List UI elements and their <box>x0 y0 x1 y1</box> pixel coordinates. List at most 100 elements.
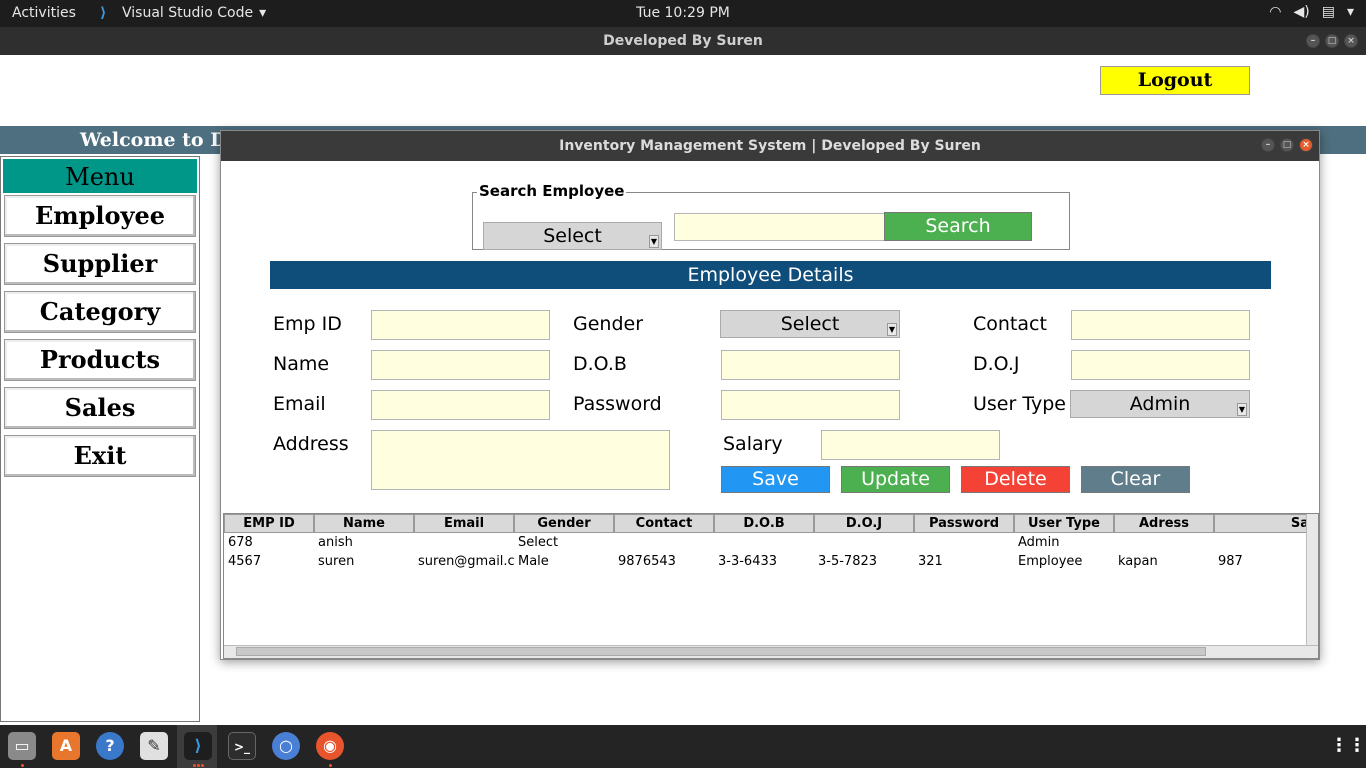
column-header-address[interactable]: Adress <box>1114 514 1214 533</box>
dropdown-arrow-icon: ▼ <box>649 235 659 248</box>
table-cell: 3-5-7823 <box>818 554 878 569</box>
clear-button[interactable]: Clear <box>1081 466 1190 493</box>
search-employee-frame: Search Employee Select ▼ Search <box>472 182 1070 250</box>
table-cell: Employee <box>1018 554 1083 569</box>
contact-label: Contact <box>973 313 1047 335</box>
update-button[interactable]: Update <box>841 466 950 493</box>
system-top-bar: Activities ⟩ Visual Studio Code ▾ Tue 10… <box>0 0 1366 27</box>
column-header-email[interactable]: Email <box>414 514 514 533</box>
chevron-down-icon: ▾ <box>1346 4 1354 20</box>
logout-button[interactable]: Logout <box>1100 66 1250 95</box>
column-header-user-type[interactable]: User Type <box>1014 514 1114 533</box>
table-cell: suren <box>318 554 355 569</box>
menu-title: Menu <box>3 159 197 193</box>
search-text-input[interactable] <box>674 213 885 241</box>
password-field[interactable] <box>721 390 900 420</box>
clock[interactable]: Tue 10:29 PM <box>636 5 730 21</box>
wifi-icon: ◠ <box>1269 4 1282 20</box>
salary-field[interactable] <box>821 430 1000 460</box>
firefox-icon[interactable]: ◉ <box>316 732 344 760</box>
search-button[interactable]: Search <box>884 212 1032 241</box>
menu-supplier-button[interactable]: Supplier <box>4 243 196 285</box>
vertical-scrollbar[interactable] <box>1306 514 1318 646</box>
table-cell: anish <box>318 535 353 550</box>
files-icon[interactable]: ▭ <box>8 732 36 760</box>
employee-window: Inventory Management System | Developed … <box>220 130 1320 660</box>
search-employee-legend: Search Employee <box>477 182 627 200</box>
chevron-down-icon: ▾ <box>259 5 267 21</box>
horizontal-scrollbar-thumb[interactable] <box>236 647 1206 656</box>
text-editor-icon[interactable]: ✎ <box>140 732 168 760</box>
gender-select[interactable]: Select ▼ <box>720 310 900 338</box>
app-grid-icon[interactable]: ⋮⋮ <box>1330 732 1366 760</box>
column-header-name[interactable]: Name <box>314 514 414 533</box>
clipboard-icon: ▤ <box>1321 4 1335 20</box>
close-icon[interactable]: × <box>1344 34 1358 48</box>
table-cell <box>1214 534 1298 554</box>
running-indicator <box>197 764 200 767</box>
doj-label: D.O.J <box>973 353 1020 375</box>
chromium-icon[interactable]: ○ <box>272 732 300 760</box>
name-label: Name <box>273 353 330 375</box>
delete-button[interactable]: Delete <box>961 466 1070 493</box>
table-cell: 3-3-6433 <box>718 554 778 569</box>
horizontal-scrollbar[interactable] <box>224 645 1318 658</box>
menu-products-button[interactable]: Products <box>4 339 196 381</box>
name-field[interactable] <box>371 350 550 380</box>
table-cell <box>414 534 514 554</box>
table-row[interactable]: 4567 suren suren@gmail.c Male 9876543 3-… <box>224 553 1298 573</box>
emp-id-field[interactable] <box>371 310 550 340</box>
minimize-icon[interactable]: – <box>1306 34 1320 48</box>
table-cell <box>914 534 1014 554</box>
help-icon[interactable]: ? <box>96 732 124 760</box>
employee-table[interactable]: EMP ID Name Email Gender Contact D.O.B D… <box>223 513 1319 659</box>
sidebar-menu: Menu Employee Supplier Category Products… <box>0 156 200 722</box>
maximize-icon[interactable]: □ <box>1280 138 1294 152</box>
minimize-icon[interactable]: – <box>1261 138 1275 152</box>
system-tray[interactable]: ◠ ◀) ▤ ▾ <box>1269 4 1354 20</box>
column-header-salary[interactable]: Sa <box>1214 514 1314 533</box>
user-type-value: Admin <box>1129 393 1191 415</box>
employee-window-titlebar[interactable]: Inventory Management System | Developed … <box>221 131 1319 161</box>
column-header-doj[interactable]: D.O.J <box>814 514 914 533</box>
menu-exit-button[interactable]: Exit <box>4 435 196 477</box>
doj-field[interactable] <box>1071 350 1250 380</box>
app-name: Visual Studio Code <box>122 5 254 21</box>
column-header-emp-id[interactable]: EMP ID <box>224 514 314 533</box>
column-header-gender[interactable]: Gender <box>514 514 614 533</box>
dob-field[interactable] <box>721 350 900 380</box>
column-header-password[interactable]: Password <box>914 514 1014 533</box>
table-row[interactable]: 678 anish Select Admin <box>224 534 1298 554</box>
column-header-contact[interactable]: Contact <box>614 514 714 533</box>
software-center-icon[interactable]: A <box>52 732 80 760</box>
emp-id-label: Emp ID <box>273 313 342 335</box>
app-menu[interactable]: ⟩ Visual Studio Code ▾ <box>100 5 266 21</box>
email-field[interactable] <box>371 390 550 420</box>
table-cell: 9876543 <box>618 554 676 569</box>
running-indicator <box>201 764 204 767</box>
outer-window-titlebar[interactable]: Developed By Suren – □ × <box>0 27 1366 55</box>
table-cell <box>814 534 914 554</box>
user-type-select[interactable]: Admin ▼ <box>1070 390 1250 418</box>
salary-label: Salary <box>723 433 783 455</box>
vscode-icon: ⟩ <box>100 5 107 21</box>
menu-sales-button[interactable]: Sales <box>4 387 196 429</box>
dock: ▭ A ? ✎ ⟩ >_ ○ ◉ ⋮⋮ <box>0 725 1366 768</box>
maximize-icon[interactable]: □ <box>1325 34 1339 48</box>
save-button[interactable]: Save <box>721 466 830 493</box>
menu-category-button[interactable]: Category <box>4 291 196 333</box>
activities-button[interactable]: Activities <box>12 5 76 21</box>
table-cell: Male <box>518 554 549 569</box>
menu-employee-button[interactable]: Employee <box>4 195 196 237</box>
address-textarea[interactable] <box>371 430 670 490</box>
gender-value: Select <box>780 313 840 335</box>
close-icon[interactable]: × <box>1299 138 1313 152</box>
search-by-select[interactable]: Select ▼ <box>483 222 662 250</box>
contact-field[interactable] <box>1071 310 1250 340</box>
user-type-label: User Type <box>973 393 1066 415</box>
table-cell: kapan <box>1118 554 1158 569</box>
terminal-icon[interactable]: >_ <box>228 732 256 760</box>
vscode-icon[interactable]: ⟩ <box>184 732 212 760</box>
table-header: EMP ID Name Email Gender Contact D.O.B D… <box>224 514 1314 533</box>
column-header-dob[interactable]: D.O.B <box>714 514 814 533</box>
